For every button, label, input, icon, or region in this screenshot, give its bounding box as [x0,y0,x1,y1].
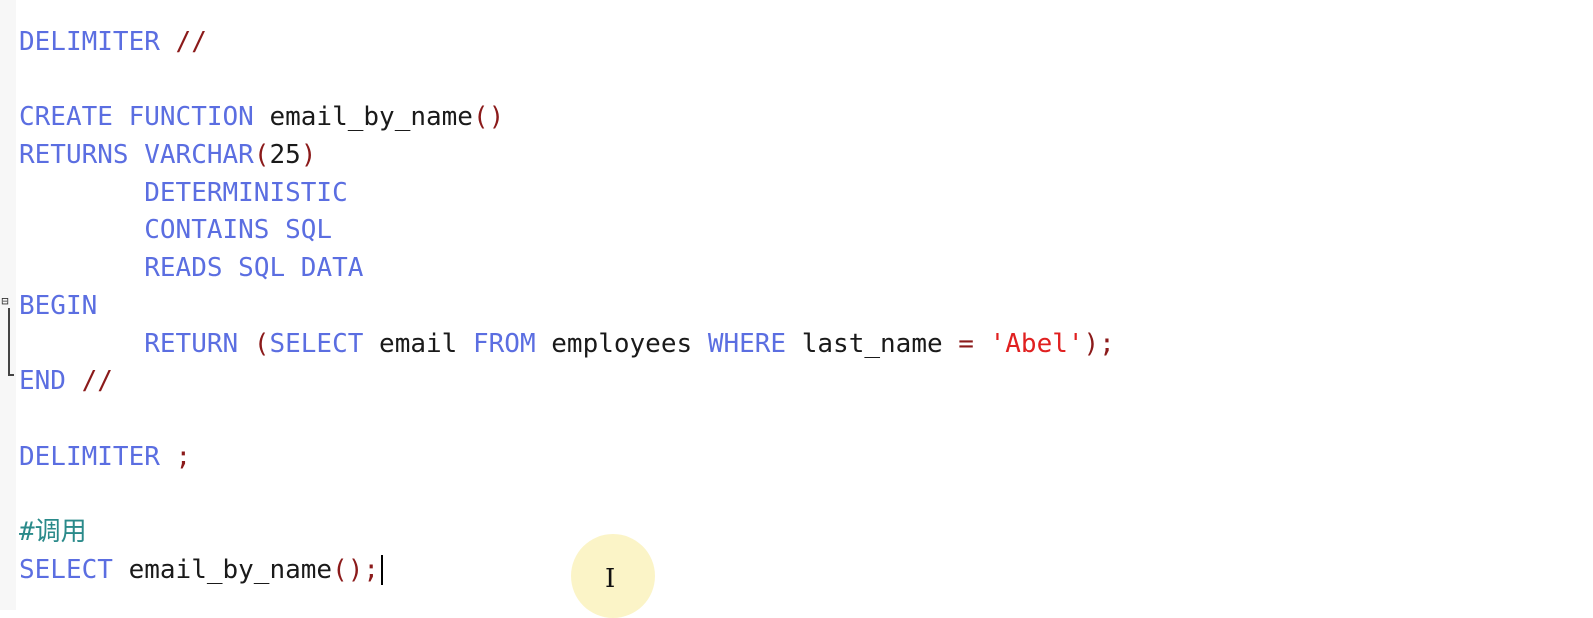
token-op: () [472,102,505,133]
ibeam-cursor-icon: I [605,564,616,594]
token-kw: READS [144,253,223,284]
token-kw: SELECT [269,328,364,359]
token-op: (); [332,554,380,585]
token-kw: WHERE [707,328,787,359]
fold-range-line [8,308,14,376]
token-str: 'Abel' [989,328,1084,359]
token-op: ); [1083,328,1115,359]
code-line[interactable] [19,476,1115,514]
token-id: last_name [801,328,943,359]
token-kw: DATA [300,253,364,284]
token-op: = [958,328,974,359]
code-line[interactable]: RETURNS VARCHAR(25) [19,137,1115,175]
code-line[interactable]: SELECT email_by_name(); [19,552,1115,590]
token-kw: SELECT [19,554,113,585]
code-line[interactable]: #调用 [19,514,1115,552]
token-kw: RETURNS [19,140,129,171]
token-kw: BEGIN [19,290,98,321]
token-kw: VARCHAR [144,140,254,171]
code-line[interactable]: DELIMITER ; [19,439,1115,477]
code-line[interactable]: READS SQL DATA [19,250,1115,288]
token-op: ( [253,328,270,359]
code-line[interactable]: CONTAINS SQL [19,212,1115,250]
token-kw: SQL [285,215,333,246]
token-kw: DETERMINISTIC [144,177,348,208]
token-id: email [379,328,458,359]
code-line[interactable]: END // [19,363,1115,401]
token-kw: SQL [238,253,286,284]
token-op: // [175,27,207,57]
token-id: email_by_name [128,554,333,585]
code-line[interactable]: CREATE FUNCTION email_by_name() [19,99,1115,137]
code-line[interactable]: RETURN (SELECT email FROM employees WHER… [19,326,1115,364]
sql-editor[interactable]: ⊟ DELIMITER // CREATE FUNCTION email_by_… [0,0,1593,618]
code-line[interactable] [19,401,1115,439]
token-id: employees [551,328,693,359]
token-op: ; [175,441,192,472]
code-line[interactable]: DETERMINISTIC [19,175,1115,213]
code-line[interactable] [19,62,1115,100]
token-id: email_by_name [269,102,473,133]
fold-toggle-icon[interactable]: ⊟ [0,295,10,307]
token-kw: RETURN [144,328,239,359]
token-kw: DELIMITER [19,27,160,57]
code-area[interactable]: DELIMITER // CREATE FUNCTION email_by_na… [19,24,1115,589]
token-op: ( [253,140,270,171]
token-num: 25 [269,140,301,171]
token-op: ) [300,140,317,171]
text-caret [381,555,384,586]
token-kw: DELIMITER [19,441,160,472]
code-line[interactable]: DELIMITER // [19,24,1115,62]
token-kw: FUNCTION [128,102,254,133]
code-line[interactable]: BEGIN [19,288,1115,326]
token-kw: CONTAINS [144,215,270,246]
token-kw: CREATE [19,102,113,133]
token-op: // [81,366,113,397]
token-kw: END [19,366,66,397]
token-kw: FROM [472,328,536,359]
token-cmt: #调用 [19,516,87,547]
